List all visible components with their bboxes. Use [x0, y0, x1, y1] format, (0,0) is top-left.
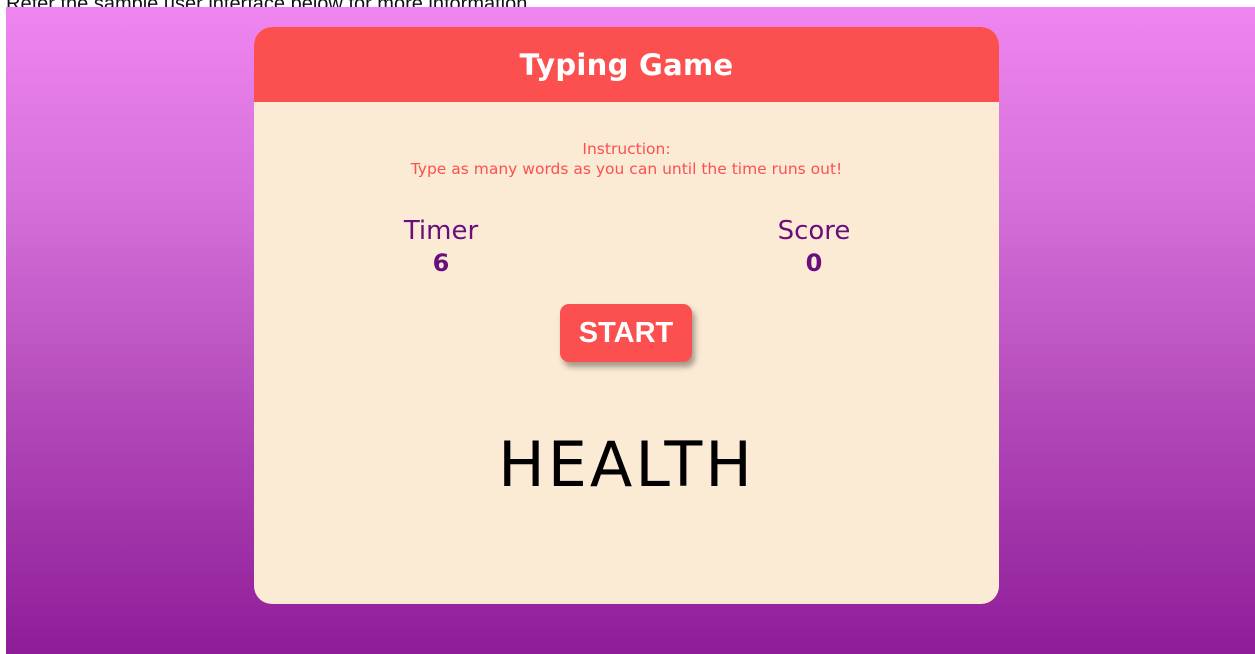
instruction-heading: Instruction:: [582, 140, 671, 158]
start-button[interactable]: START: [560, 304, 692, 362]
timer-block: Timer 6: [361, 214, 521, 278]
page: Refer the sample user interface below fo…: [0, 0, 1255, 654]
card-header: Typing Game: [254, 27, 999, 102]
game-title: Typing Game: [519, 47, 734, 82]
score-label: Score: [777, 216, 851, 246]
gradient-background: Typing Game Instruction: Type as many wo…: [6, 7, 1255, 654]
instructions: Instruction: Type as many words as you c…: [254, 139, 999, 179]
timer-label: Timer: [403, 216, 479, 246]
score-value: 0: [805, 249, 823, 277]
score-block: Score 0: [734, 214, 894, 278]
current-word: HEALTH: [498, 428, 755, 501]
game-card: Typing Game Instruction: Type as many wo…: [254, 27, 999, 604]
instruction-text: Type as many words as you can until the …: [410, 160, 843, 178]
timer-value: 6: [432, 249, 450, 277]
